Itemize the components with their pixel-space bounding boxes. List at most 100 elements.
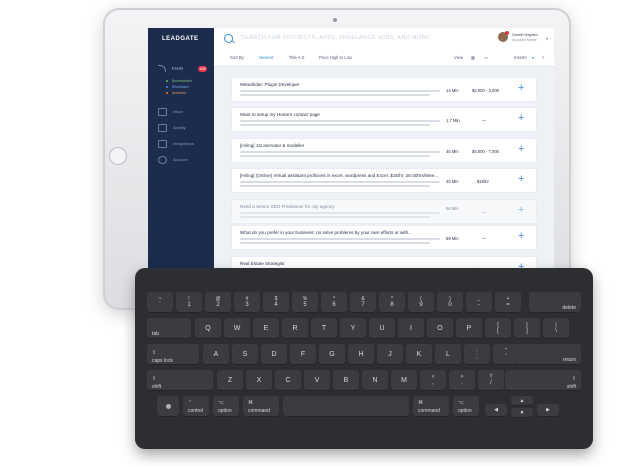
key-l[interactable]: L	[435, 344, 461, 365]
key-f[interactable]: F	[290, 344, 316, 365]
key-punct-b1[interactable]: >.	[449, 370, 475, 391]
key-punct-b0[interactable]: <,	[420, 370, 446, 391]
key-h[interactable]: H	[348, 344, 374, 365]
key-punct-0[interactable]: :;	[464, 344, 490, 365]
chevron-down-icon[interactable]: ▾	[532, 55, 534, 60]
key-z[interactable]: Z	[217, 370, 243, 391]
key-4[interactable]: $4	[263, 292, 289, 313]
arrow-down-key[interactable]: ▼	[511, 408, 533, 418]
app-logo[interactable]: LEADGATE	[148, 28, 214, 50]
key-2[interactable]: @2	[205, 292, 231, 313]
key-g[interactable]: G	[319, 344, 345, 365]
job-card[interactable]: Want to setup my Home's contact page 1.7…	[232, 108, 536, 131]
key-o[interactable]: O	[427, 318, 453, 339]
job-title[interactable]: [Hiring] (Online) Virtual assistant prof…	[240, 173, 438, 178]
delete-key[interactable]: delete	[529, 292, 581, 313]
list-view-icon[interactable]: ▭	[484, 55, 488, 60]
sort-newest[interactable]: Newest	[259, 55, 273, 60]
sidebar-item-feeds[interactable]: Feeds	[158, 65, 183, 72]
key-0[interactable]: ) 0	[437, 292, 463, 313]
key-y[interactable]: Y	[340, 318, 366, 339]
inserts-label[interactable]: Inserts	[514, 55, 527, 60]
control-key-left[interactable]: ⌃ control	[183, 396, 209, 417]
job-card[interactable]: What do you prefer in your business: no …	[232, 226, 536, 249]
sidebar-item-activity[interactable]: Activity	[158, 124, 186, 132]
job-title[interactable]: What do you prefer in your business: no …	[240, 230, 412, 235]
key-a[interactable]: A	[203, 344, 229, 365]
job-card[interactable]: MetaSlider: Plugin Developer 14 Min $2,0…	[232, 78, 536, 101]
settings-icon[interactable]: ≡	[542, 55, 544, 60]
caps-lock-key[interactable]: ⇪ caps lock	[147, 344, 199, 365]
key-5[interactable]: % 5	[292, 292, 318, 313]
arrow-right-key[interactable]: ▶	[537, 404, 559, 417]
chevron-down-icon[interactable]: ▾	[546, 36, 548, 41]
key-c[interactable]: C	[275, 370, 301, 391]
key-punct-b2[interactable]: ? /	[478, 370, 504, 391]
option-key-left[interactable]: ⌥ option	[213, 396, 239, 417]
key-p[interactable]: P	[456, 318, 482, 339]
key-n[interactable]: N	[362, 370, 388, 391]
add-icon[interactable]: +	[518, 113, 524, 124]
sidebar-item-shortlisted[interactable]: Shortlisted	[166, 85, 189, 89]
return-key[interactable]: return	[515, 344, 581, 365]
option-key-right[interactable]: ⌥ option	[453, 396, 479, 417]
shift-left-key[interactable]: ⇧ shift	[147, 370, 213, 391]
key-`[interactable]: ~ `	[147, 292, 173, 313]
key-d[interactable]: D	[261, 344, 287, 365]
key-bracket-1[interactable]: }]	[514, 318, 540, 339]
key-w[interactable]: W	[224, 318, 250, 339]
sidebar-item-bookmarked[interactable]: Bookmarked	[166, 79, 192, 83]
sidebar-item-integrations[interactable]: Integrations	[158, 140, 194, 148]
job-title[interactable]: Want to setup my Home's contact page	[240, 112, 320, 117]
key-7[interactable]: & 7	[350, 292, 376, 313]
key-u[interactable]: U	[369, 318, 395, 339]
key-x[interactable]: X	[246, 370, 272, 391]
key-v[interactable]: V	[304, 370, 330, 391]
command-key-left[interactable]: ⌘ command	[243, 396, 279, 417]
key-q[interactable]: Q	[195, 318, 221, 339]
add-icon[interactable]: +	[518, 144, 524, 155]
search-icon[interactable]	[224, 34, 233, 43]
job-card[interactable]: [Hiring] 1st animator & modeller 45 Min …	[232, 139, 536, 162]
tab-key[interactable]: tab	[147, 318, 191, 339]
key-t[interactable]: T	[311, 318, 337, 339]
key-r[interactable]: R	[282, 318, 308, 339]
key--[interactable]: _ -	[466, 292, 492, 313]
key-e[interactable]: E	[253, 318, 279, 339]
sidebar-item-account[interactable]: Account	[158, 156, 187, 164]
key-bracket-0[interactable]: {[	[485, 318, 511, 339]
space-bar[interactable]	[283, 396, 409, 417]
key-k[interactable]: K	[406, 344, 432, 365]
key-b[interactable]: B	[333, 370, 359, 391]
add-icon[interactable]: +	[518, 174, 524, 185]
job-card[interactable]: [Hiring] (Online) Virtual assistant prof…	[232, 169, 536, 192]
add-icon[interactable]: +	[518, 205, 524, 216]
sort-title[interactable]: Title A-Z	[289, 55, 304, 60]
sidebar-item-inbox[interactable]: Inbox	[158, 108, 183, 116]
job-title[interactable]: [Hiring] 1st animator & modeller	[240, 143, 304, 148]
key-bracket-2[interactable]: | \	[543, 318, 569, 339]
command-key-right[interactable]: ⌘ command	[413, 396, 449, 417]
job-title[interactable]: MetaSlider: Plugin Developer	[240, 82, 300, 87]
sort-price[interactable]: Price High to Low	[319, 55, 352, 60]
sidebar-item-archived[interactable]: Archived	[166, 91, 186, 95]
job-title[interactable]: Need a Senior SEO Freelancer for city ag…	[240, 204, 334, 209]
key-1[interactable]: ! 1	[176, 292, 202, 313]
add-icon[interactable]: +	[518, 83, 524, 94]
key-s[interactable]: S	[232, 344, 258, 365]
job-card[interactable]: Need a Senior SEO Freelancer for city ag…	[232, 200, 536, 223]
key-j[interactable]: J	[377, 344, 403, 365]
key-3[interactable]: #3	[234, 292, 260, 313]
search-input[interactable]: SEARCH FOR PROJECTS, APPS, FREELANCE JOB…	[241, 35, 430, 41]
arrow-left-key[interactable]: ◀	[485, 404, 507, 417]
arrow-up-key[interactable]: ▲	[511, 396, 533, 406]
key-6[interactable]: ^ 6	[321, 292, 347, 313]
key-m[interactable]: M	[391, 370, 417, 391]
globe-key[interactable]	[157, 396, 179, 417]
shift-right-key[interactable]: ⇧ shift	[505, 370, 581, 391]
add-icon[interactable]: +	[518, 231, 524, 242]
key-i[interactable]: I	[398, 318, 424, 339]
key-=[interactable]: + =	[495, 292, 521, 313]
user-menu[interactable]: Gareth Hayden Account Name	[512, 33, 538, 42]
calendar-icon[interactable]: ▦	[471, 55, 475, 60]
